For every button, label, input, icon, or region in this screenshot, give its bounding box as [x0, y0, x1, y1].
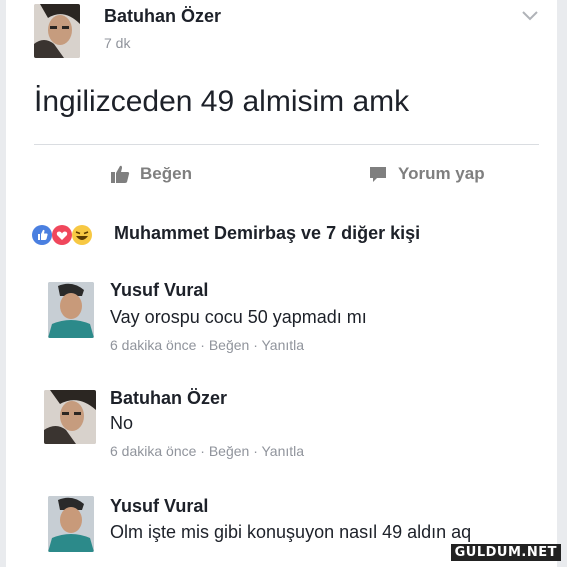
post-timestamp[interactable]: 7 dk: [104, 35, 130, 51]
commenter-avatar[interactable]: [48, 496, 94, 552]
post-divider: [34, 144, 539, 145]
avatar-photo-icon: [48, 496, 94, 552]
comment-button[interactable]: Yorum yap: [368, 160, 485, 188]
comment: Batuhan Özer No 6 dakika önce · Beğen · …: [6, 368, 557, 478]
comment-text: No: [110, 413, 134, 433]
reactions-summary[interactable]: Muhammet Demirbaş ve 7 diğer kişi: [6, 206, 557, 260]
post-author-name[interactable]: Batuhan Özer: [104, 6, 221, 27]
haha-icon: [72, 225, 92, 245]
avatar-photo-icon: [48, 282, 94, 338]
post-author-avatar[interactable]: [34, 4, 80, 58]
like-button[interactable]: Beğen: [110, 160, 192, 188]
comment-bubble-icon: [370, 167, 386, 182]
comment-author[interactable]: Yusuf Vural: [110, 496, 208, 517]
avatar-photo-icon: [44, 390, 96, 444]
watermark: GULDUM.NET: [450, 544, 561, 561]
comment: Yusuf Vural Vay orospu cocu 50 yapmadı m…: [6, 262, 557, 366]
post-text: İngilizceden 49 almisim amk: [34, 85, 410, 118]
avatar-photo-icon: [34, 4, 80, 58]
comment-meta[interactable]: 6 dakika önce · Beğen · Yanıtla: [110, 443, 304, 459]
like-icon: [32, 225, 52, 245]
comment-text: Olm işte mis gibi konuşuyon nasıl 49 ald…: [110, 522, 472, 542]
commenter-avatar[interactable]: [44, 390, 96, 444]
like-label: Beğen: [140, 164, 192, 183]
commenter-avatar[interactable]: [48, 282, 94, 338]
reactions-text: Muhammet Demirbaş ve 7 diğer kişi: [114, 223, 421, 243]
post: Batuhan Özer 7 dk İngilizceden 49 almisi…: [6, 0, 557, 204]
comment-text: Vay orospu cocu 50 yapmadı mı: [110, 307, 367, 327]
chevron-down-icon[interactable]: [521, 10, 539, 22]
love-icon: [52, 225, 72, 245]
feed-card: Batuhan Özer 7 dk İngilizceden 49 almisi…: [6, 0, 557, 567]
comment-author[interactable]: Yusuf Vural: [110, 280, 208, 301]
thumbs-up-icon: [111, 165, 130, 183]
reaction-icons: [32, 225, 92, 245]
comment-label: Yorum yap: [398, 164, 485, 183]
comment-author[interactable]: Batuhan Özer: [110, 388, 227, 409]
comment-meta[interactable]: 6 dakika önce · Beğen · Yanıtla: [110, 337, 304, 353]
